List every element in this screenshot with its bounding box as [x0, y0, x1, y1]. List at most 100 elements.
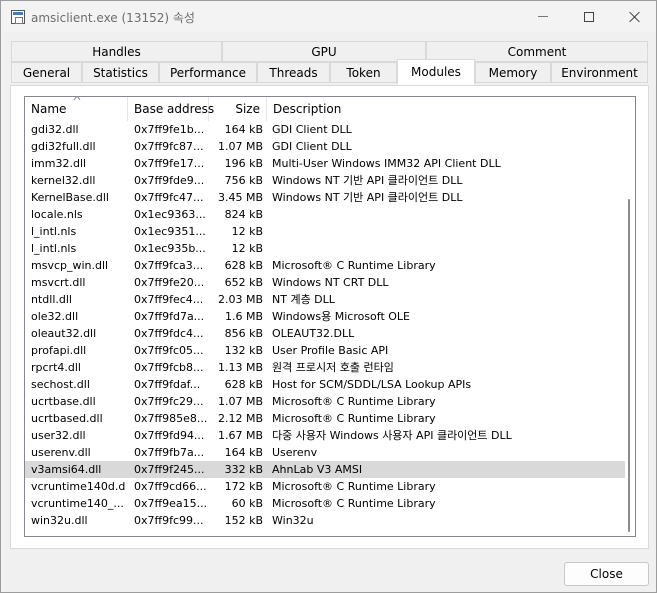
table-row[interactable]: ntdll.dll 0x7ff9fec4... 2.03 MB NT 계층 DLL: [25, 291, 625, 308]
size-cell: 2.03 MB: [217, 293, 263, 306]
table-row[interactable]: l_intl.nls 0x1ec935b... 12 kB: [25, 240, 625, 257]
table-row[interactable]: l_intl.nls 0x1ec9351... 12 kB: [25, 223, 625, 240]
base-address-cell: 0x1ec9351...: [134, 225, 206, 238]
base-address-cell: 0x7ff9fd7a...: [134, 310, 205, 323]
tab-label: Statistics: [93, 65, 148, 80]
base-address-cell: 0x7ff9fca3...: [134, 259, 204, 272]
module-name-cell: oleaut32.dll: [31, 327, 97, 340]
tab-threads[interactable]: Threads: [257, 62, 330, 83]
column-name-label: Name: [31, 102, 67, 116]
tab-label: General: [22, 65, 71, 80]
size-cell: 12 kB: [231, 242, 263, 255]
description-cell: AhnLab V3 AMSI: [272, 463, 363, 476]
table-row[interactable]: oleaut32.dll 0x7ff9fdc4... 856 kB OLEAUT32.…: [25, 325, 625, 342]
base-address-cell: 0x7ff9fc87...: [134, 140, 204, 153]
module-name-cell: profapi.dll: [31, 344, 87, 357]
description-cell: Microsoft® C Runtime Library: [272, 497, 436, 510]
column-header-name[interactable]: Name: [25, 97, 128, 121]
size-cell: 3.45 MB: [217, 191, 263, 204]
table-row[interactable]: msvcp_win.dll 0x7ff9fca3... 628 kB Microsof…: [25, 257, 625, 274]
table-row[interactable]: locale.nls 0x1ec9363... 824 kB: [25, 206, 625, 223]
size-cell: 824 kB: [224, 208, 263, 221]
description-cell: GDI Client DLL: [272, 140, 352, 153]
tab-label: Memory: [488, 65, 538, 80]
table-row[interactable]: KernelBase.dll 0x7ff9fc47... 3.45 MB Window…: [25, 189, 625, 206]
base-address-cell: 0x7ff9fc47...: [134, 191, 204, 204]
table-row[interactable]: rpcrt4.dll 0x7ff9fcb8... 1.13 MB 원격 프로시저 호출…: [25, 359, 625, 376]
column-header-base-address[interactable]: Base address: [128, 97, 214, 121]
table-row[interactable]: kernel32.dll 0x7ff9fde9... 756 kB Windows N…: [25, 172, 625, 189]
column-header-size[interactable]: Size: [209, 97, 267, 121]
column-header-description[interactable]: Description: [267, 97, 625, 121]
tab-general[interactable]: General: [11, 62, 82, 83]
table-row[interactable]: vcruntime140d.dll 0x7ff9cd66... 172 kB Micr…: [25, 478, 625, 495]
table-row[interactable]: gdi32full.dll 0x7ff9fc87... 1.07 MB GDI Cli…: [25, 138, 625, 155]
tab-gpu[interactable]: GPU: [222, 41, 426, 62]
window-close-button[interactable]: [612, 1, 657, 32]
table-row[interactable]: ole32.dll 0x7ff9fd7a... 1.6 MB Windows용 Mic…: [25, 308, 625, 325]
vertical-scrollbar[interactable]: [625, 121, 635, 536]
size-cell: 1.07 MB: [217, 395, 263, 408]
table-row[interactable]: userenv.dll 0x7ff9fb7a... 164 kB Userenv: [25, 444, 625, 461]
tab-label: GPU: [311, 44, 337, 59]
size-cell: 196 kB: [224, 157, 263, 170]
table-row[interactable]: vcruntime140_... 0x7ff9ea15... 60 kB Micros…: [25, 495, 625, 512]
description-cell: Microsoft® C Runtime Library: [272, 412, 436, 425]
table-row[interactable]: profapi.dll 0x7ff9fc05... 132 kB User Profi…: [25, 342, 625, 359]
module-name-cell: sechost.dll: [31, 378, 90, 391]
size-cell: 60 kB: [231, 497, 263, 510]
tab-modules[interactable]: Modules: [397, 59, 475, 85]
table-row[interactable]: msvcrt.dll 0x7ff9fe20... 652 kB Windows NT …: [25, 274, 625, 291]
size-cell: 332 kB: [224, 463, 263, 476]
description-cell: [272, 240, 622, 257]
module-rows: gdi32.dll 0x7ff9fe1b... 164 kB GDI Client D…: [25, 121, 625, 529]
size-cell: 652 kB: [224, 276, 263, 289]
size-cell: 1.6 MB: [224, 310, 263, 323]
tab-statistics[interactable]: Statistics: [82, 62, 159, 83]
module-name-cell: kernel32.dll: [31, 174, 96, 187]
module-name-cell: l_intl.nls: [31, 242, 77, 255]
table-row[interactable]: user32.dll 0x7ff9fd94... 1.67 MB 다중 사용자 Win…: [25, 427, 625, 444]
sort-ascending-icon: [73, 97, 81, 101]
description-cell: Windows NT 기반 API 클라이언트 DLL: [272, 191, 463, 204]
size-cell: 628 kB: [224, 259, 263, 272]
description-cell: Win32u: [272, 514, 314, 527]
size-cell: 132 kB: [224, 344, 263, 357]
close-button[interactable]: Close: [564, 562, 649, 586]
module-name-cell: user32.dll: [31, 429, 86, 442]
table-row[interactable]: sechost.dll 0x7ff9fdaf... 628 kB Host for S…: [25, 376, 625, 393]
size-cell: 1.07 MB: [217, 140, 263, 153]
table-row[interactable]: win32u.dll 0x7ff9fc99... 152 kB Win32u: [25, 512, 625, 529]
close-icon: [629, 11, 641, 23]
tab-handles[interactable]: Handles: [11, 41, 222, 62]
tab-label: Performance: [169, 65, 247, 80]
close-button-label: Close: [590, 567, 623, 581]
tab-environment[interactable]: Environment: [551, 62, 648, 83]
description-cell: Microsoft® C Runtime Library: [272, 395, 436, 408]
base-address-cell: 0x7ff9fde9...: [134, 174, 205, 187]
minimize-button[interactable]: [520, 1, 566, 32]
module-name-cell: locale.nls: [31, 208, 83, 221]
base-address-cell: 0x7ff985e8...: [134, 412, 208, 425]
table-row[interactable]: ucrtbase.dll 0x7ff9fc29... 1.07 MB Microsof…: [25, 393, 625, 410]
size-cell: 1.13 MB: [217, 361, 263, 374]
table-row[interactable]: ucrtbased.dll 0x7ff985e8... 2.12 MB Microso…: [25, 410, 625, 427]
tab-strip: Handles GPU Comment General Statistics P…: [11, 41, 648, 85]
tab-performance[interactable]: Performance: [159, 62, 257, 83]
title-bar[interactable]: amsiclient.exe (13152) 속성: [1, 1, 656, 32]
table-row[interactable]: imm32.dll 0x7ff9fe17... 196 kB Multi-User W…: [25, 155, 625, 172]
table-row[interactable]: v3amsi64.dll 0x7ff9f245... 332 kB AhnLab V3…: [25, 461, 625, 478]
size-cell: 164 kB: [224, 123, 263, 136]
size-cell: 1.67 MB: [217, 429, 263, 442]
description-cell: NT 계층 DLL: [272, 293, 335, 306]
description-cell: GDI Client DLL: [272, 123, 352, 136]
base-address-cell: 0x7ff9fcb8...: [134, 361, 204, 374]
tab-label: Environment: [561, 65, 638, 80]
tab-token[interactable]: Token: [330, 62, 397, 83]
description-cell: Multi-User Windows IMM32 API Client DLL: [272, 157, 501, 170]
modules-list[interactable]: Name Base address Size Description gdi32…: [24, 96, 636, 537]
maximize-button[interactable]: [566, 1, 612, 32]
tab-memory[interactable]: Memory: [475, 62, 551, 83]
table-row[interactable]: gdi32.dll 0x7ff9fe1b... 164 kB GDI Client D…: [25, 121, 625, 138]
scrollbar-thumb[interactable]: [628, 199, 630, 532]
